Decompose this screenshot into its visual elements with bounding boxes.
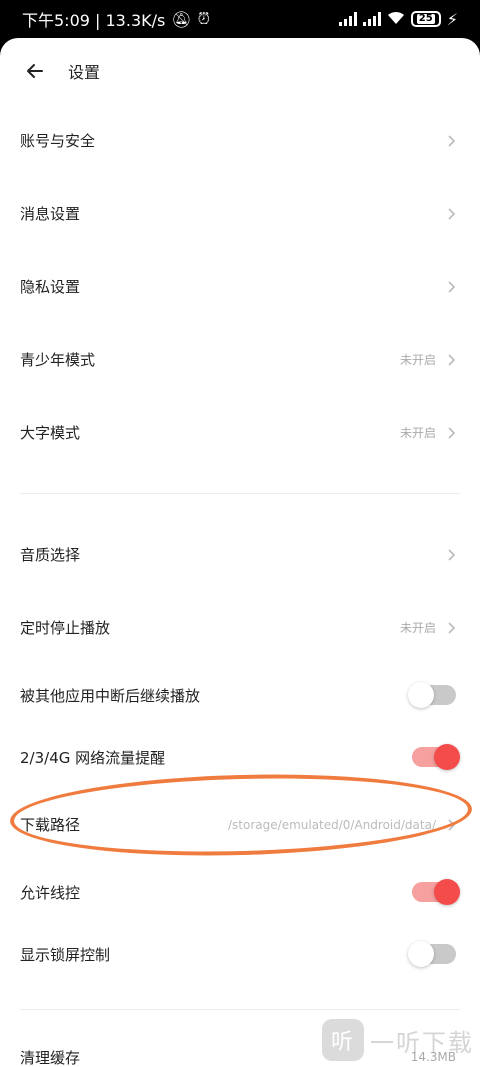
status-bar: 下午5:09 | 13.3K/s 🔕︎ ⏰︎ 25 ⚡︎ (0, 0, 480, 38)
row-label: 被其他应用中断后继续播放 (20, 686, 201, 705)
chevron-right-icon (448, 818, 456, 831)
row-label: 清理缓存 (20, 1048, 81, 1067)
status-text: 未开启 (399, 621, 436, 635)
watermark: 听 一听下载 (322, 1019, 474, 1061)
row-account[interactable]: 账号与安全 (0, 104, 480, 177)
row-privacy[interactable]: 隐私设置 (0, 250, 480, 323)
row-lockscreen-control: 显示锁屏控制 (0, 923, 480, 985)
status-text: 未开启 (399, 426, 436, 440)
status-time-speed: 下午5:09 | 13.3K/s (22, 11, 166, 30)
row-resume-after-interrupt: 被其他应用中断后继续播放 (0, 664, 480, 726)
chevron-right-icon (448, 280, 456, 293)
section-divider (20, 493, 460, 494)
watermark-logo: 听 (322, 1019, 364, 1061)
row-label: 隐私设置 (20, 278, 81, 296)
chevron-right-icon (448, 621, 456, 634)
row-label: 消息设置 (20, 205, 81, 223)
row-audio-quality[interactable]: 音质选择 (0, 518, 480, 591)
chevron-right-icon (448, 548, 456, 561)
status-text: 未开启 (399, 353, 436, 367)
row-label: 下载路径 (20, 816, 81, 834)
chevron-right-icon (448, 426, 456, 439)
row-label: 青少年模式 (20, 351, 96, 369)
row-label: 定时停止播放 (20, 619, 111, 637)
top-bar: 设置 (0, 38, 480, 104)
battery-icon: 25 (410, 11, 441, 27)
alarm-icon: ⏰︎ (197, 9, 211, 28)
row-download-path[interactable]: 下载路径 /storage/emulated/0/Android/data/ (0, 788, 480, 861)
chevron-right-icon (448, 134, 456, 147)
download-path-value: /storage/emulated/0/Android/data/ (228, 817, 436, 832)
wifi-icon (387, 10, 405, 29)
row-message[interactable]: 消息设置 (0, 177, 480, 250)
row-teen-mode[interactable]: 青少年模式 未开启 (0, 323, 480, 396)
mobile-data-toggle[interactable] (412, 744, 460, 770)
chevron-right-icon (448, 353, 456, 366)
section-divider (20, 1009, 460, 1010)
row-label: 允许线控 (20, 883, 81, 902)
lockscreen-toggle[interactable] (408, 941, 456, 967)
row-label: 账号与安全 (20, 132, 96, 150)
wired-control-toggle[interactable] (412, 879, 460, 905)
row-label: 大字模式 (20, 424, 81, 442)
page-title: 设置 (68, 63, 101, 82)
back-arrow-icon[interactable] (22, 58, 48, 84)
mute-bell-icon: 🔕︎ (171, 9, 192, 29)
row-label: 2/3/4G 网络流量提醒 (20, 748, 166, 767)
row-sleep-timer[interactable]: 定时停止播放 未开启 (0, 591, 480, 664)
row-big-font[interactable]: 大字模式 未开启 (0, 396, 480, 469)
signal-icon-2 (362, 12, 381, 26)
charging-icon: ⚡︎ (446, 9, 458, 29)
row-wired-control: 允许线控 (0, 861, 480, 923)
signal-icon-1 (338, 12, 357, 26)
row-label: 音质选择 (20, 546, 81, 564)
settings-sheet: 设置 账号与安全 消息设置 隐私设置 青少年模式 未开启 大字模式 未开启 音质… (0, 38, 480, 1067)
watermark-text: 一听下载 (370, 1028, 474, 1057)
chevron-right-icon (448, 207, 456, 220)
row-label: 显示锁屏控制 (20, 945, 111, 964)
row-mobile-data-alert: 2/3/4G 网络流量提醒 (0, 726, 480, 788)
resume-toggle[interactable] (408, 682, 456, 708)
